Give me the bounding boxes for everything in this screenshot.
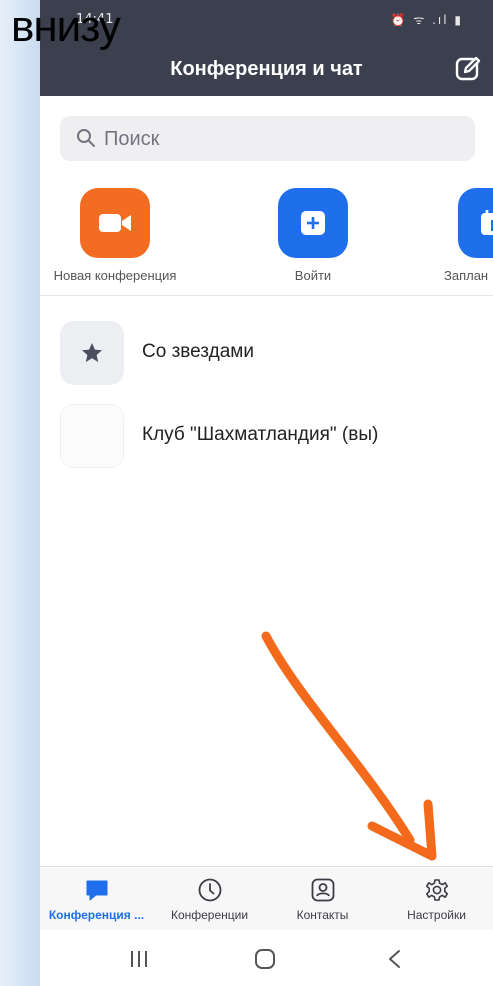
compose-edit-icon[interactable]: [454, 55, 482, 83]
system-nav-bar: [40, 930, 493, 986]
avatar: [60, 404, 124, 468]
search-icon: [77, 129, 95, 147]
status-icons: ⏰ ᯤ .ıl ▮: [390, 13, 463, 27]
schedule-button[interactable]: Заплан: [444, 188, 493, 283]
join-label: Войти: [294, 268, 332, 283]
new-meeting-label: Новая конференция: [53, 268, 177, 283]
clock-icon: [198, 878, 221, 902]
self-contact-list-item[interactable]: Клуб "Шахматландия" (вы): [60, 404, 480, 468]
starred-list-item[interactable]: Со звездами: [60, 321, 480, 385]
page-title: Конференция и чат: [170, 58, 363, 80]
tab-meeting-chat[interactable]: Конференция ...: [40, 877, 153, 922]
tab-meeting-chat-label: Конференция ...: [48, 908, 145, 922]
tab-meetings-label: Конференции: [170, 908, 249, 922]
self-contact-label: Клуб "Шахматландия" (вы): [142, 424, 379, 445]
back-icon[interactable]: [384, 948, 406, 970]
home-icon[interactable]: [254, 948, 276, 970]
plus-icon: [278, 188, 348, 258]
tab-settings-label: Настройки: [407, 908, 466, 922]
bottom-tab-bar: Конференция ... Конференции Контакты Нас…: [40, 866, 493, 931]
recent-apps-icon[interactable]: [128, 948, 150, 970]
slide-background: [0, 0, 40, 986]
search-input[interactable]: Поиск: [60, 116, 475, 161]
contact-card-icon: [311, 878, 334, 902]
new-meeting-button[interactable]: Новая конференция: [40, 188, 200, 283]
search-placeholder: Поиск: [104, 128, 160, 150]
tab-meetings[interactable]: Конференции: [153, 877, 266, 922]
tab-contacts[interactable]: Контакты: [266, 877, 379, 922]
divider: [40, 295, 493, 296]
tab-contacts-label: Контакты: [296, 908, 349, 922]
slide-caption: внизу: [11, 2, 121, 51]
star-icon: [60, 321, 124, 385]
starred-label: Со звездами: [142, 341, 254, 362]
tab-settings[interactable]: Настройки: [380, 877, 493, 922]
calendar-icon: [458, 188, 493, 258]
schedule-label: Заплан: [444, 268, 489, 283]
video-camera-icon: [80, 188, 150, 258]
chat-bubble-icon: [86, 880, 107, 901]
gear-icon: [425, 879, 448, 901]
join-button[interactable]: Войти: [228, 188, 398, 283]
phone-screen: 14:41 ⏰ ᯤ .ıl ▮ Конференция и чат Поиск …: [40, 0, 493, 986]
